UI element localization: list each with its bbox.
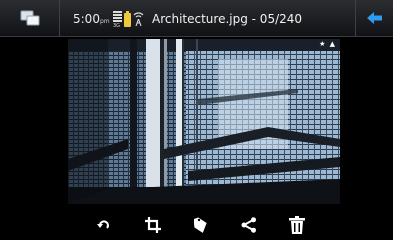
delete-button[interactable] — [286, 214, 308, 236]
task-switcher-button[interactable] — [0, 0, 60, 36]
crop-button[interactable] — [142, 214, 164, 236]
tag-icon — [194, 217, 207, 233]
photo-tags: ★ ▲ — [319, 40, 336, 48]
tag-button[interactable] — [190, 214, 212, 236]
window-title: Architecture.jpg - 05/240 — [152, 12, 303, 26]
photo-view[interactable]: ★ ▲ — [68, 39, 340, 204]
crop-icon — [145, 217, 161, 233]
architecture-photo — [68, 39, 340, 204]
back-arrow-icon — [366, 12, 382, 24]
clock-time: 5:00 — [73, 12, 100, 26]
task-switcher-icon — [20, 10, 39, 26]
rotate-button[interactable] — [93, 214, 115, 236]
battery-icon — [124, 11, 131, 27]
svg-text:3G: 3G — [113, 23, 120, 27]
signal-bars-icon: 3G — [113, 11, 122, 27]
delete-icon — [289, 216, 305, 234]
network-icon — [133, 12, 144, 27]
share-icon — [241, 217, 256, 233]
status-bar: 5:00pm 3G Architecture.jpg - 05/240 — [0, 0, 393, 37]
clock-ampm: pm — [99, 18, 110, 25]
rotate-icon — [97, 220, 109, 229]
image-toolbar — [0, 206, 393, 240]
status-clock: 5:00pm — [73, 12, 110, 26]
back-button[interactable] — [356, 0, 393, 36]
share-button[interactable] — [238, 214, 260, 236]
